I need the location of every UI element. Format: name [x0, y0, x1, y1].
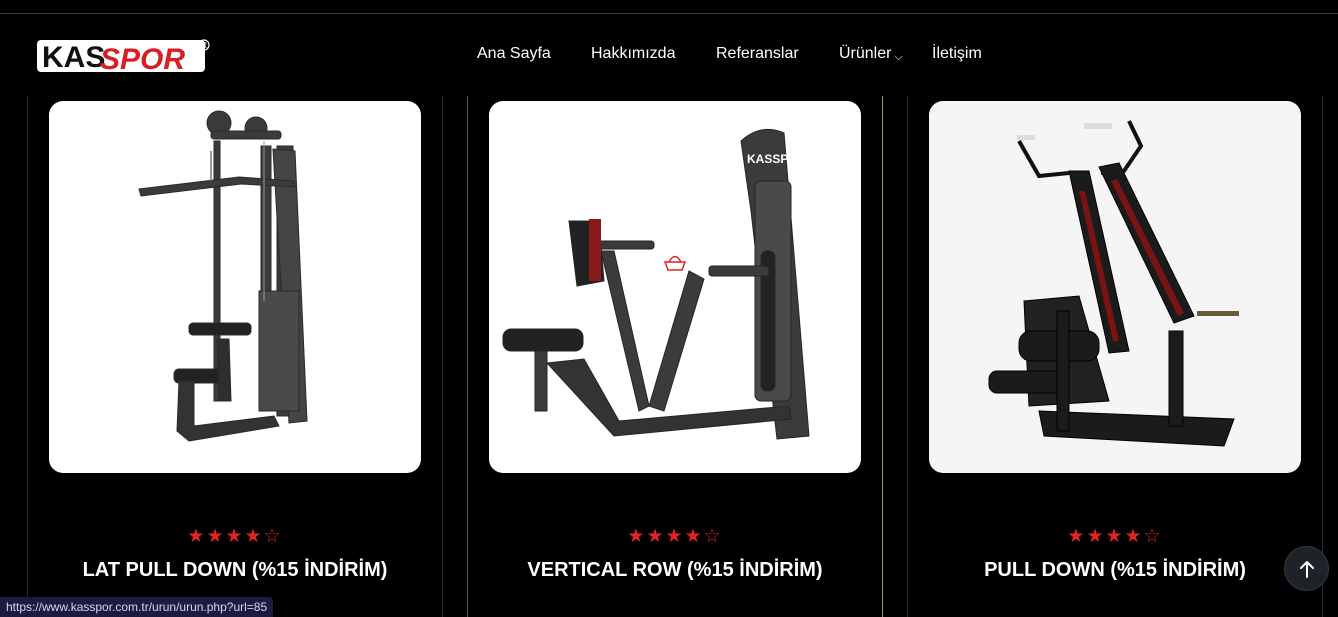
product-image-vertical-row[interactable]: KASSPOR	[489, 101, 861, 473]
status-bar-url: https://www.kasspor.com.tr/urun/urun.php…	[0, 597, 274, 617]
star-filled-icons: ★★★★	[627, 526, 704, 547]
product-image-lat-pull-down[interactable]	[49, 101, 421, 473]
star-empty-icon: ☆	[1143, 526, 1163, 547]
nav-urunler-label: Ürünler	[839, 45, 892, 62]
site-header: KAS SPOR R Ana Sayfa Hakkımızda Referans…	[0, 14, 1338, 96]
product-image-pull-down[interactable]	[929, 101, 1301, 473]
rating-stars: ★★★★☆	[895, 526, 1335, 548]
arrow-up-icon	[1299, 560, 1314, 578]
chevron-down-icon: ⌵	[894, 51, 903, 63]
star-filled-icons: ★★★★	[187, 526, 264, 547]
star-empty-icon: ☆	[703, 526, 723, 547]
product-title[interactable]: LAT PULL DOWN (%15 İNDİRİM)	[15, 557, 455, 583]
nav-iletisim[interactable]: İletişim	[932, 45, 982, 63]
svg-text:KASSPOR: KASSPOR	[747, 152, 807, 166]
scroll-to-top-button[interactable]	[1284, 546, 1329, 591]
product-title[interactable]: PULL DOWN (%15 İNDİRİM)	[895, 557, 1335, 583]
product-title[interactable]: VERTICAL ROW (%15 İNDİRİM)	[455, 557, 895, 583]
rating-stars: ★★★★☆	[15, 526, 455, 548]
nav-hakkimizda[interactable]: Hakkımızda	[591, 45, 675, 63]
rating-stars: ★★★★☆	[455, 526, 895, 548]
nav-urunler[interactable]: Ürünler ⌵	[839, 45, 903, 63]
nav-ana-sayfa[interactable]: Ana Sayfa	[477, 45, 551, 63]
nav-referanslar[interactable]: Referanslar	[716, 45, 799, 63]
star-empty-icon: ☆	[263, 526, 283, 547]
main-nav: Ana Sayfa Hakkımızda Referanslar Ürünler…	[0, 45, 1338, 65]
shopping-basket-icon[interactable]	[663, 255, 687, 271]
star-filled-icons: ★★★★	[1067, 526, 1144, 547]
